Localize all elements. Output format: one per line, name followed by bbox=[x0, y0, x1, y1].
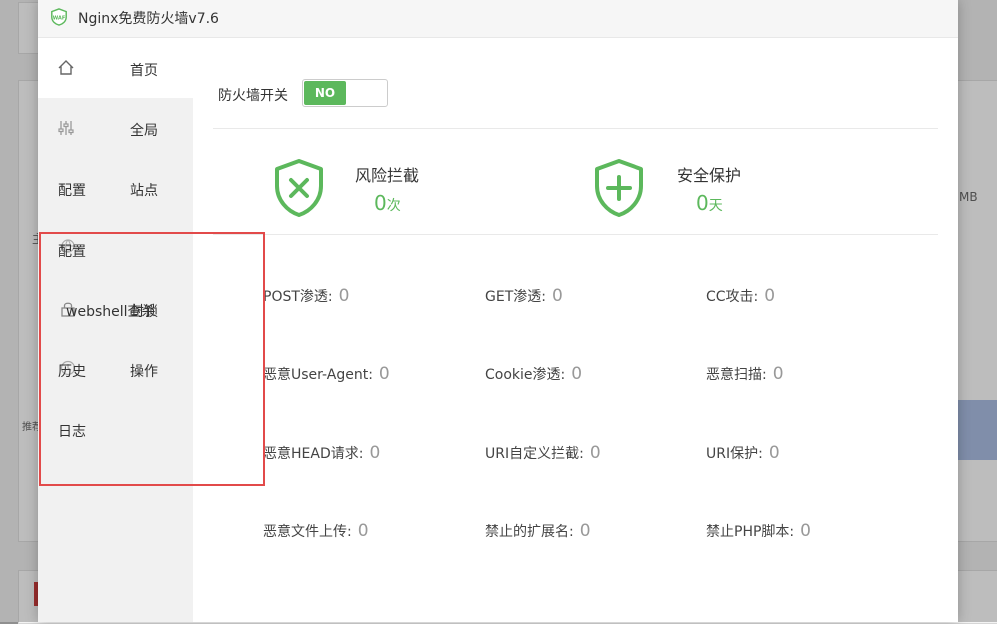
metric-label: URI保护: bbox=[706, 446, 763, 462]
sidebar-item-label: 历史 bbox=[58, 364, 86, 380]
metric-user-agent: 恶意User-Agent: 0 bbox=[263, 364, 390, 384]
stat-value: 0次 bbox=[374, 191, 401, 215]
metric-label: 恶意扫描: bbox=[706, 367, 767, 383]
metric-php: 禁止PHP脚本: 0 bbox=[706, 521, 811, 541]
metric-label: CC攻击: bbox=[706, 289, 759, 305]
metric-label: 禁止PHP脚本: bbox=[706, 524, 795, 540]
metric-value: 0 bbox=[768, 443, 780, 463]
metric-label: GET渗透: bbox=[485, 289, 546, 305]
stat-unit: 次 bbox=[386, 198, 401, 214]
sidebar-item-label: 操作 bbox=[130, 364, 158, 380]
metric-label: 恶意文件上传: bbox=[263, 524, 352, 540]
stat-title: 安全保护 bbox=[677, 166, 742, 185]
sidebar: 首页 全局 配置 站点 配置 webshell查杀 封锁 历史 操作 日志 bbox=[38, 38, 193, 622]
firewall-toggle[interactable]: NO bbox=[302, 79, 388, 107]
sidebar-item-label: 首页 bbox=[130, 63, 158, 79]
divider bbox=[213, 128, 938, 129]
stat-title: 风险拦截 bbox=[355, 166, 420, 185]
metric-value: 0 bbox=[764, 286, 776, 306]
metric-uri-protect: URI保护: 0 bbox=[706, 443, 780, 463]
metric-value: 0 bbox=[589, 443, 601, 463]
home-icon bbox=[58, 60, 74, 75]
metric-upload: 恶意文件上传: 0 bbox=[263, 521, 369, 541]
stat-unit: 天 bbox=[708, 198, 723, 214]
sliders-icon bbox=[58, 121, 74, 135]
metric-label: Cookie渗透: bbox=[485, 367, 566, 383]
metric-head: 恶意HEAD请求: 0 bbox=[263, 443, 380, 463]
metric-scan: 恶意扫描: 0 bbox=[706, 364, 784, 384]
metric-value: 0 bbox=[579, 521, 591, 541]
sidebar-item-home[interactable]: 首页 bbox=[38, 38, 193, 98]
metric-label: 恶意User-Agent: bbox=[263, 367, 373, 383]
sidebar-item-label: 配置 bbox=[58, 244, 86, 260]
firewall-switch-label: 防火墙开关 bbox=[218, 88, 288, 104]
metric-get: GET渗透: 0 bbox=[485, 286, 563, 306]
metric-value: 0 bbox=[369, 443, 381, 463]
metric-value: 0 bbox=[772, 364, 784, 384]
sidebar-item-label: 站点 bbox=[130, 183, 158, 199]
shield-plus-icon bbox=[595, 159, 643, 217]
divider bbox=[213, 234, 938, 235]
metric-value: 0 bbox=[357, 521, 369, 541]
metric-value: 0 bbox=[800, 521, 811, 541]
metric-value: 0 bbox=[338, 286, 350, 306]
metric-value: 0 bbox=[378, 364, 390, 384]
shield-x-icon bbox=[275, 159, 323, 217]
stat-number: 0 bbox=[374, 191, 387, 215]
sidebar-item-label: 全局 bbox=[130, 123, 158, 139]
main-content: 防火墙开关 NO 风险拦截 0次 安全保护 0天 POST渗透: 0 GET渗透:… bbox=[193, 38, 958, 622]
stat-number: 0 bbox=[696, 191, 709, 215]
firewall-toggle-state: NO bbox=[304, 81, 346, 105]
firewall-modal: WAF Nginx免费防火墙v7.6 首页 全局 配置 站点 配置 webshe… bbox=[38, 0, 958, 622]
metric-uri-custom: URI自定义拦截: 0 bbox=[485, 443, 601, 463]
metric-post: POST渗透: 0 bbox=[263, 286, 349, 306]
metric-value: 0 bbox=[551, 286, 563, 306]
svg-text:WAF: WAF bbox=[53, 15, 65, 21]
metric-label: 恶意HEAD请求: bbox=[263, 446, 364, 462]
metric-extension: 禁止的扩展名: 0 bbox=[485, 521, 591, 541]
metric-cookie: Cookie渗透: 0 bbox=[485, 364, 582, 384]
waf-logo-icon: WAF bbox=[51, 8, 67, 26]
title-bar: WAF Nginx免费防火墙v7.6 bbox=[38, 0, 958, 38]
window-title: Nginx免费防火墙v7.6 bbox=[78, 11, 219, 27]
sidebar-item-label: 配置 bbox=[58, 183, 86, 199]
stat-value: 0天 bbox=[696, 191, 723, 215]
metric-cc: CC攻击: 0 bbox=[706, 286, 775, 306]
metric-value: 0 bbox=[571, 364, 583, 384]
metric-label: 禁止的扩展名: bbox=[485, 524, 574, 540]
sidebar-item-label: 日志 bbox=[58, 424, 86, 440]
metric-label: URI自定义拦截: bbox=[485, 446, 584, 462]
metric-label: POST渗透: bbox=[263, 289, 333, 305]
sidebar-item-label: 封锁 bbox=[130, 304, 158, 320]
